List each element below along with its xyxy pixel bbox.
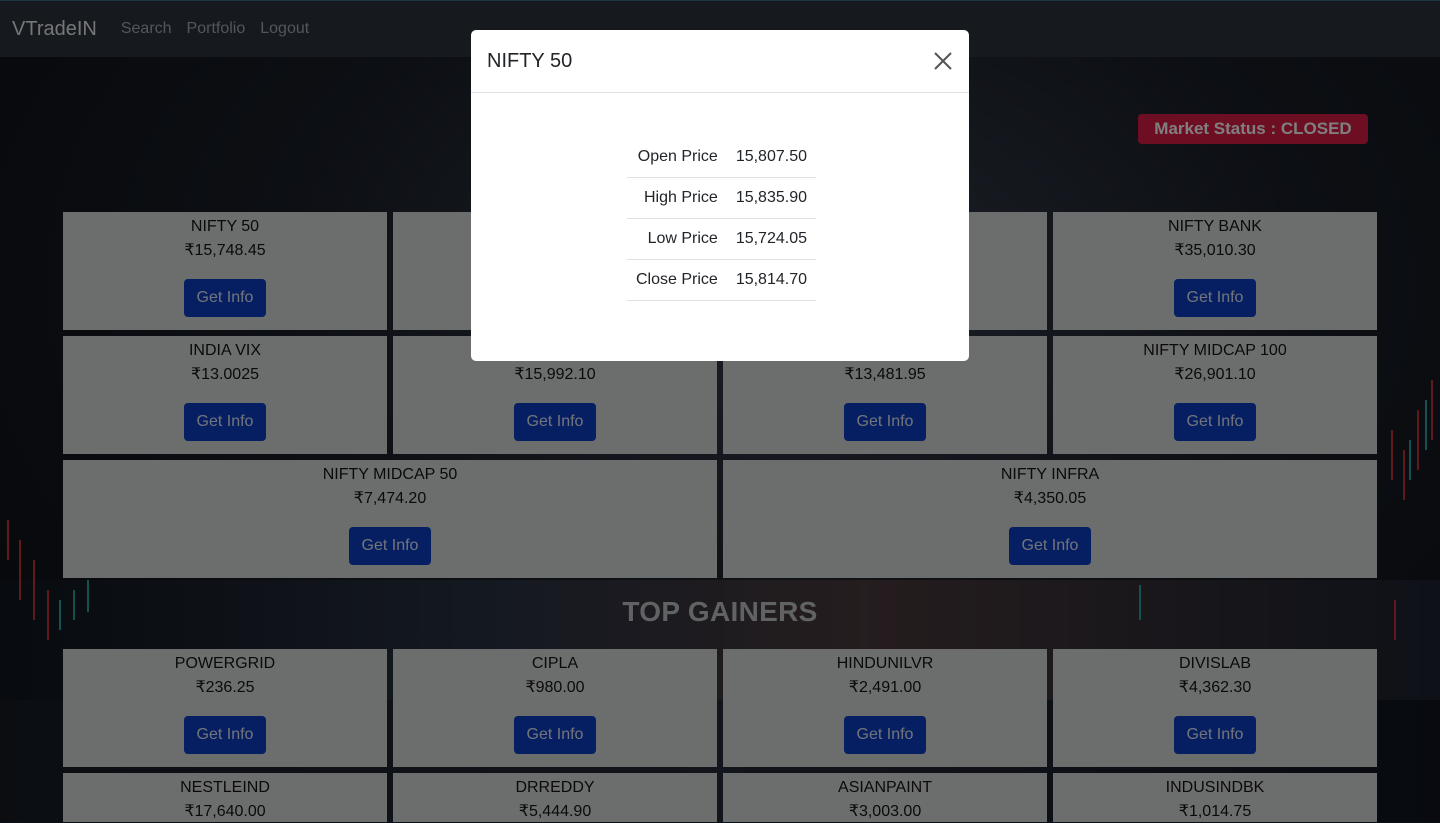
row-label: Open Price [627,137,727,178]
table-row: Close Price 15,814.70 [627,259,816,301]
modal-header: NIFTY 50 [471,30,969,93]
row-label: Low Price [627,218,727,260]
price-table: Open Price 15,807.50 High Price 15,835.9… [627,137,816,301]
row-label: High Price [627,177,727,219]
row-value: 15,814.70 [726,259,816,301]
row-value: 15,835.90 [726,177,816,219]
modal-title: NIFTY 50 [487,49,573,72]
close-icon[interactable] [931,49,955,73]
row-value: 15,807.50 [726,137,816,178]
table-row: High Price 15,835.90 [627,177,816,219]
row-value: 15,724.05 [726,218,816,260]
table-row: Open Price 15,807.50 [627,137,816,178]
row-label: Close Price [627,259,727,301]
table-row: Low Price 15,724.05 [627,218,816,260]
index-info-modal: NIFTY 50 Open Price 15,807.50 High Price… [471,30,969,361]
